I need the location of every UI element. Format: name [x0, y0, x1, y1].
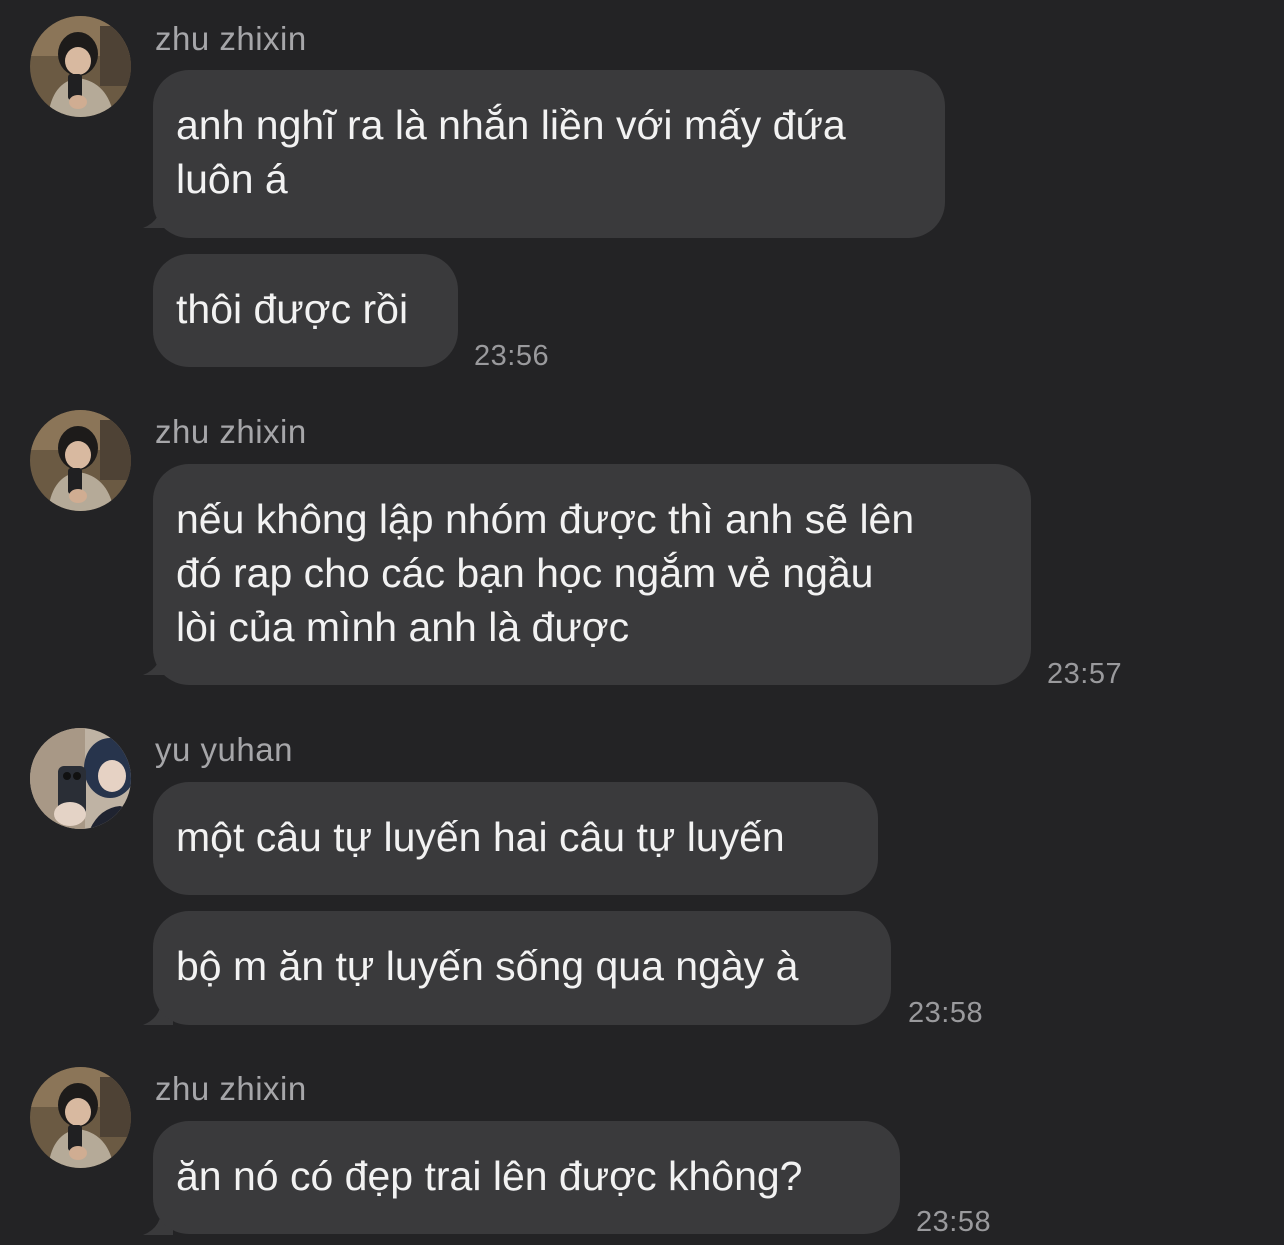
avatar-photo-icon	[30, 16, 131, 117]
message-text: bộ m ăn tự luyến sống qua ngày à	[176, 943, 799, 989]
message-timestamp: 23:56	[474, 340, 550, 372]
message-bubble[interactable]: một câu tự luyến hai câu tự luyến	[153, 782, 878, 895]
message-bubble[interactable]: thôi được rồi	[153, 254, 458, 367]
avatar[interactable]	[30, 410, 131, 511]
message-bubble[interactable]: anh nghĩ ra là nhắn liền với mấy đứa luô…	[153, 70, 945, 238]
message-timestamp: 23:58	[908, 997, 984, 1029]
message-text: ăn nó có đẹp trai lên được không?	[176, 1153, 803, 1199]
message-bubble[interactable]: bộ m ăn tự luyến sống qua ngày à	[153, 911, 891, 1025]
avatar-photo-icon	[30, 1067, 131, 1168]
message-bubble[interactable]: nếu không lập nhóm được thì anh sẽ lên đ…	[153, 464, 1031, 685]
avatar[interactable]	[30, 1067, 131, 1168]
sender-name: zhu zhixin	[155, 413, 307, 450]
message-text: lòi của mình anh là được	[176, 604, 630, 650]
avatar[interactable]	[30, 728, 131, 829]
message-timestamp: 23:57	[1047, 658, 1123, 690]
sender-name: zhu zhixin	[155, 1070, 307, 1107]
message-text: luôn á	[176, 156, 288, 202]
message-text: đó rap cho các bạn học ngắm vẻ ngầu	[176, 550, 874, 596]
message-text: thôi được rồi	[176, 286, 409, 332]
avatar-photo-icon	[30, 728, 131, 829]
sender-name: yu yuhan	[155, 731, 293, 768]
avatar-photo-icon	[30, 410, 131, 511]
message-bubble[interactable]: ăn nó có đẹp trai lên được không?	[153, 1121, 900, 1234]
avatar[interactable]	[30, 16, 131, 117]
sender-name: zhu zhixin	[155, 20, 307, 57]
message-text: một câu tự luyến hai câu tự luyến	[176, 814, 785, 860]
message-timestamp: 23:58	[916, 1206, 992, 1238]
chat-thread: zhu zhixin anh nghĩ ra là nhắn liền với …	[0, 0, 1284, 1245]
message-text: nếu không lập nhóm được thì anh sẽ lên	[176, 496, 915, 542]
message-text: anh nghĩ ra là nhắn liền với mấy đứa	[176, 102, 846, 148]
